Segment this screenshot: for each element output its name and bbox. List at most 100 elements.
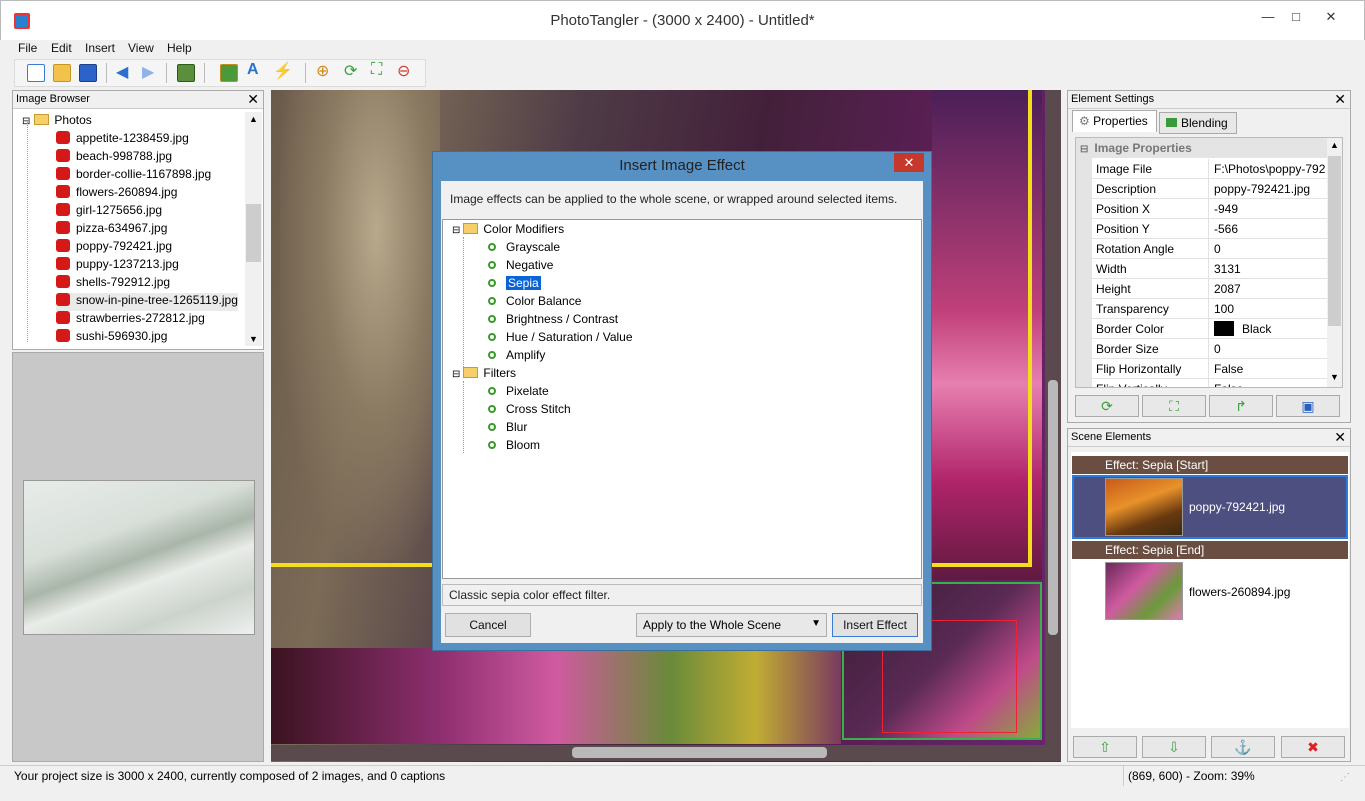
file-item[interactable]: puppy-1237213.jpg [56,257,179,275]
property-row[interactable]: Descriptionpoppy-792421.jpg [1092,179,1328,199]
property-key: Flip Horizontally [1096,362,1181,376]
file-item[interactable]: appetite-1238459.jpg [56,131,189,149]
horizontal-scroll-thumb[interactable] [572,747,827,758]
tab-properties[interactable]: ⚙ Properties [1072,110,1157,132]
zoom-out-icon[interactable]: ⊖ [397,61,410,81]
property-row[interactable]: Transparency100 [1092,299,1328,319]
new-file-icon[interactable] [27,64,45,82]
cancel-button[interactable]: Cancel [445,613,531,637]
preview-image [23,480,255,635]
property-row[interactable]: Height2087 [1092,279,1328,299]
rotate-button[interactable]: ⟳ [1075,395,1139,417]
scope-select[interactable]: Apply to the Whole Scene ▼ [636,613,827,637]
effect-item[interactable]: Blur [488,420,527,438]
effect-group[interactable]: ⊟Filters [452,366,516,384]
effect-item[interactable]: Brightness / Contrast [488,312,618,330]
file-item[interactable]: girl-1275656.jpg [56,203,162,221]
scroll-thumb[interactable] [246,204,261,262]
property-section-header[interactable]: ⊟Image Properties [1076,138,1328,158]
anchor-button[interactable]: ⚓ [1211,736,1275,758]
file-item[interactable]: poppy-792421.jpg [56,239,172,257]
effect-start-row[interactable]: Effect: Sepia [Start] [1072,456,1348,474]
file-item[interactable]: snow-in-pine-tree-1265119.jpg [56,293,238,311]
dialog-close-button[interactable]: ✕ [894,153,924,172]
minimize-button[interactable]: — [1253,6,1283,28]
refresh-icon[interactable]: ⟳ [344,61,357,81]
property-row[interactable]: Border ColorBlack [1092,319,1328,339]
menu-help[interactable]: Help [167,41,192,55]
close-icon[interactable]: ✕ [1334,429,1346,446]
effect-item[interactable]: Cross Stitch [488,402,571,420]
close-window-button[interactable]: ✕ [1316,6,1346,28]
effect-item[interactable]: Color Balance [488,294,581,312]
file-item[interactable]: border-collie-1167898.jpg [56,167,211,185]
collapse-icon[interactable]: ⊟ [452,225,460,236]
file-item[interactable]: shells-792912.jpg [56,275,170,293]
folder-node[interactable]: ⊟Photos [22,113,92,131]
fit-icon[interactable]: ⛶ [371,61,382,79]
color-swatch[interactable] [1214,321,1234,336]
file-item[interactable]: beach-998788.jpg [56,149,172,167]
delete-button[interactable]: ✖ [1281,736,1345,758]
insert-effect-button[interactable]: Insert Effect [832,613,918,637]
turn-button[interactable]: ↱ [1209,395,1273,417]
collapse-icon[interactable]: ⊟ [452,369,460,380]
resize-grip-icon[interactable]: ⋰ [1340,772,1350,783]
effect-item[interactable]: Amplify [488,348,545,366]
maximize-button[interactable]: □ [1281,6,1311,28]
property-row[interactable]: Flip VerticallyFalse [1092,379,1328,388]
bounds-button[interactable]: ▣ [1276,395,1340,417]
property-row[interactable]: Position X-949 [1092,199,1328,219]
vertical-scroll-thumb[interactable] [1048,380,1058,635]
effect-item[interactable]: Negative [488,258,553,276]
scroll-thumb[interactable] [1328,156,1341,326]
menu-file[interactable]: File [18,41,37,55]
insert-effect-icon[interactable]: ⚡ [273,61,293,81]
property-row[interactable]: Rotation Angle0 [1092,239,1328,259]
move-up-button[interactable]: ⇧ [1073,736,1137,758]
back-arrow-icon[interactable]: ◀ [116,62,128,82]
browser-scrollbar[interactable]: ▲ ▼ [245,112,262,346]
fit-button[interactable]: ⛶ [1142,395,1206,417]
file-item[interactable]: pizza-634967.jpg [56,221,167,239]
file-item[interactable]: strawberries-272812.jpg [56,311,205,329]
effect-item[interactable]: Hue / Saturation / Value [488,330,633,348]
property-grid[interactable]: ⊟Image Properties Image FileF:\Photos\po… [1075,137,1343,388]
property-row[interactable]: Image FileF:\Photos\poppy-792 [1092,159,1328,179]
scroll-up-icon[interactable]: ▲ [249,114,258,124]
open-folder-icon[interactable] [53,64,71,82]
save-icon[interactable] [79,64,97,82]
property-row[interactable]: Width3131 [1092,259,1328,279]
file-item[interactable]: sushi-596930.jpg [56,329,167,347]
menu-insert[interactable]: Insert [85,41,115,55]
menu-edit[interactable]: Edit [51,41,72,55]
scroll-down-icon[interactable]: ▼ [249,334,258,344]
effect-item[interactable]: Grayscale [488,240,560,258]
property-row[interactable]: Flip Horizontally False [1092,359,1328,379]
effect-item[interactable]: Pixelate [488,384,549,402]
property-row[interactable]: Border Size0 [1092,339,1328,359]
scroll-up-icon[interactable]: ▲ [1330,140,1339,150]
property-grid-scrollbar[interactable]: ▲ ▼ [1327,138,1342,387]
property-divider [1208,159,1209,179]
property-value: False [1214,362,1243,376]
layers-icon[interactable] [177,64,195,82]
scroll-down-icon[interactable]: ▼ [1330,372,1339,382]
close-icon[interactable]: ✕ [247,91,259,108]
insert-text-icon[interactable]: A [247,61,259,79]
forward-arrow-icon[interactable]: ▶ [142,62,154,82]
close-icon[interactable]: ✕ [1334,91,1346,108]
property-row[interactable]: Position Y-566 [1092,219,1328,239]
effect-item[interactable]: Bloom [488,438,540,456]
move-down-button[interactable]: ⇩ [1142,736,1206,758]
zoom-in-icon[interactable]: ⊕ [316,61,329,81]
effect-end-row[interactable]: Effect: Sepia [End] [1072,541,1348,559]
tab-blending[interactable]: Blending [1159,112,1237,134]
effect-item-label: Bloom [506,438,540,452]
collapse-icon[interactable]: ⊟ [1080,144,1088,155]
file-item[interactable]: flowers-260894.jpg [56,185,177,203]
effect-group[interactable]: ⊟Color Modifiers [452,222,564,240]
insert-image-icon[interactable] [220,64,238,82]
menu-view[interactable]: View [128,41,154,55]
effect-item[interactable]: Sepia [488,276,541,294]
